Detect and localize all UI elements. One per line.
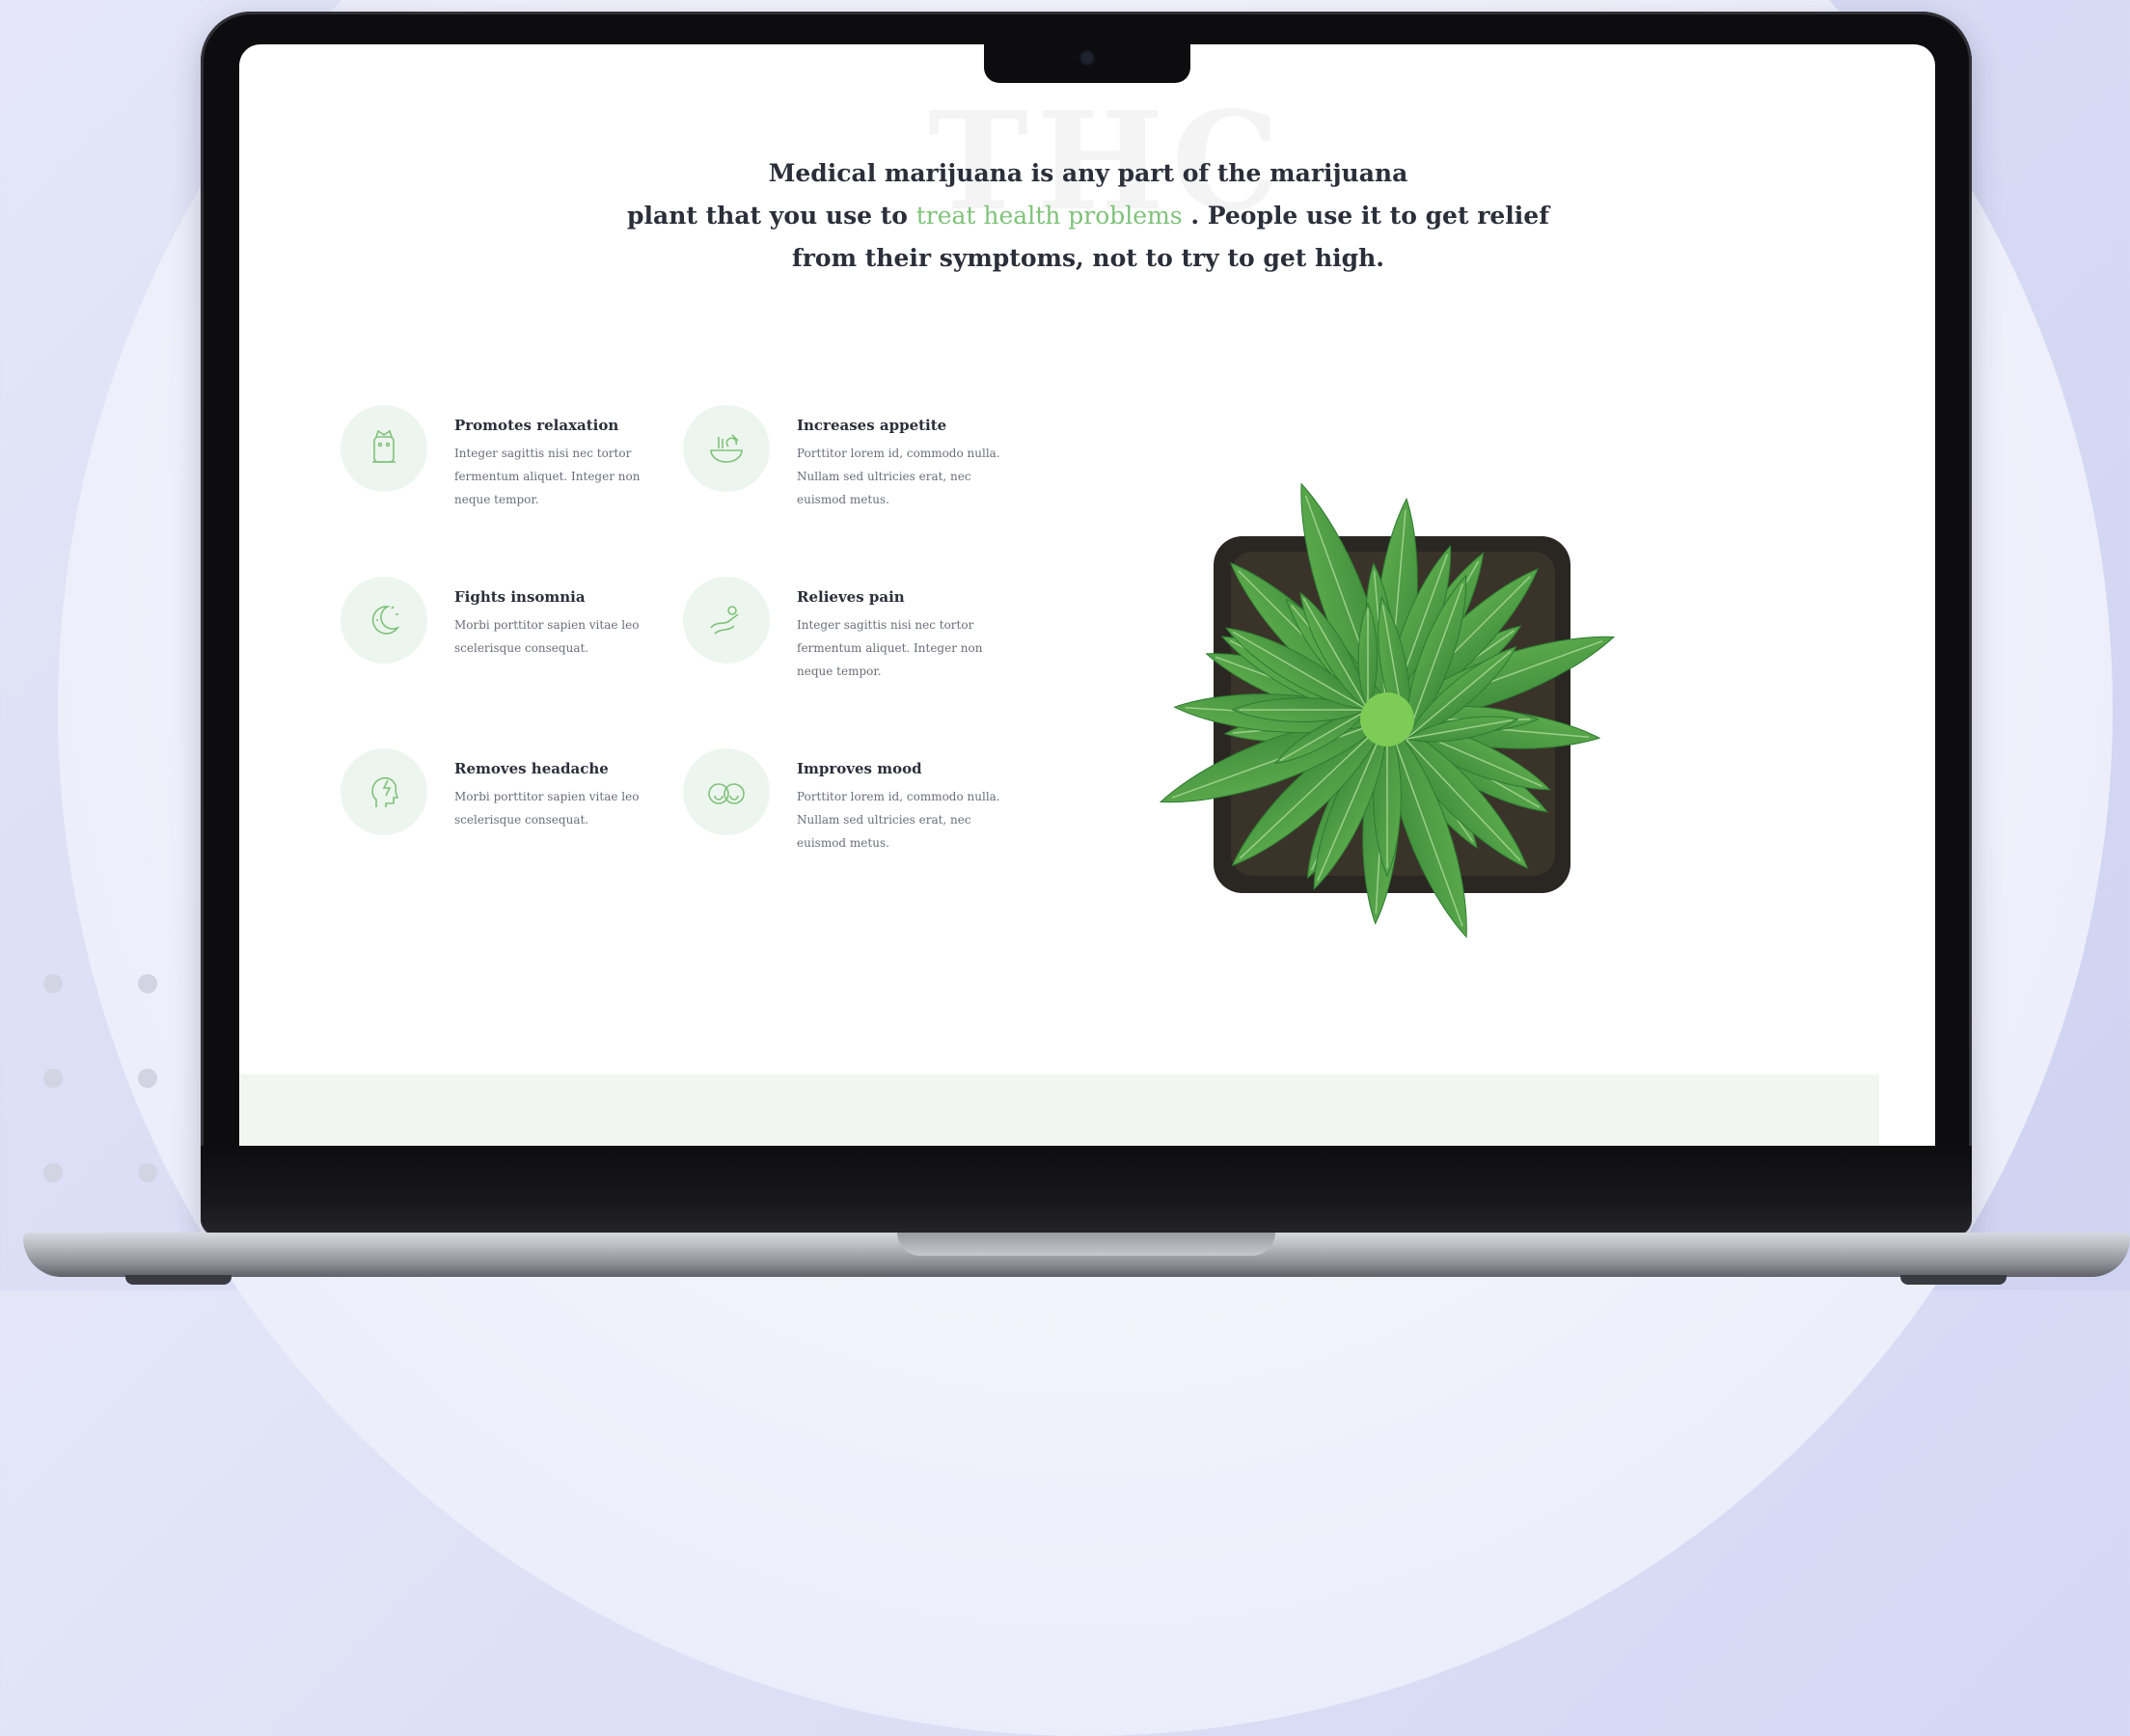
feature-promotes-relaxation: Promotes relaxation Integer sagittis nis… [341, 405, 659, 521]
laptop-screen: THC Medical marijuana is any part of the… [239, 44, 1935, 1146]
feature-title: Improves mood [797, 760, 922, 777]
feature-text: Integer sagittis nisi nec tortor ferment… [454, 447, 641, 506]
camera-notch [984, 44, 1190, 83]
mood-icon [683, 748, 770, 835]
intro-line-1: Medical marijuana is any part of the mar… [768, 159, 1408, 187]
feature-text: Porttitor lorem id, commodo nulla. Nulla… [797, 447, 1000, 506]
feature-text: Integer sagittis nisi nec tortor ferment… [797, 618, 983, 678]
pain-relief-icon [683, 577, 770, 664]
next-section-band [239, 1074, 1879, 1146]
laptop-hinge-notch [897, 1233, 1275, 1256]
headache-icon [341, 748, 427, 835]
intro-paragraph: Medical marijuana is any part of the mar… [596, 152, 1580, 280]
feature-relieves-pain: Relieves pain Integer sagittis nisi nec … [683, 577, 1001, 692]
appetite-icon [683, 405, 770, 492]
laptop-foot-left [125, 1275, 232, 1285]
decorative-dot [43, 1163, 63, 1182]
feature-title: Promotes relaxation [454, 417, 619, 434]
feature-increases-appetite: Increases appetite Porttitor lorem id, c… [683, 405, 1001, 521]
feature-removes-headache: Removes headache Morbi porttitor sapien … [341, 748, 659, 864]
intro-line-3: from their symptoms, not to try to get h… [791, 244, 1385, 272]
decorative-dot [138, 974, 157, 993]
decorative-dot [138, 1069, 157, 1088]
feature-text: Porttitor lorem id, commodo nulla. Nulla… [797, 790, 1000, 850]
intro-line-2-before: plant that you use to [627, 202, 908, 230]
feature-title: Fights insomnia [454, 588, 586, 606]
decorative-dot [43, 1069, 63, 1088]
feature-title: Removes headache [454, 760, 609, 777]
intro-line-2: plant that you use to treat health probl… [596, 195, 1580, 237]
decorative-dot [43, 974, 63, 993]
decorative-dot [138, 1163, 157, 1182]
cannabis-plant-image [1159, 482, 1616, 938]
laptop-foot-right [1900, 1275, 2007, 1285]
feature-text: Morbi porttitor sapien vitae leo sceleri… [454, 618, 640, 655]
feature-improves-mood: Improves mood Porttitor lorem id, commod… [683, 748, 1001, 864]
screen-bottom-bezel [201, 1146, 1972, 1234]
feature-title: Increases appetite [797, 417, 947, 434]
moon-icon [341, 577, 427, 664]
intro-highlight-link[interactable]: treat health problems [916, 202, 1183, 230]
relaxation-icon [341, 405, 427, 492]
intro-line-2-after: . People use it to get relief [1190, 202, 1549, 230]
feature-fights-insomnia: Fights insomnia Morbi porttitor sapien v… [341, 577, 659, 692]
camera-icon [1081, 52, 1093, 64]
feature-title: Relieves pain [797, 588, 905, 606]
feature-text: Morbi porttitor sapien vitae leo sceleri… [454, 790, 640, 827]
